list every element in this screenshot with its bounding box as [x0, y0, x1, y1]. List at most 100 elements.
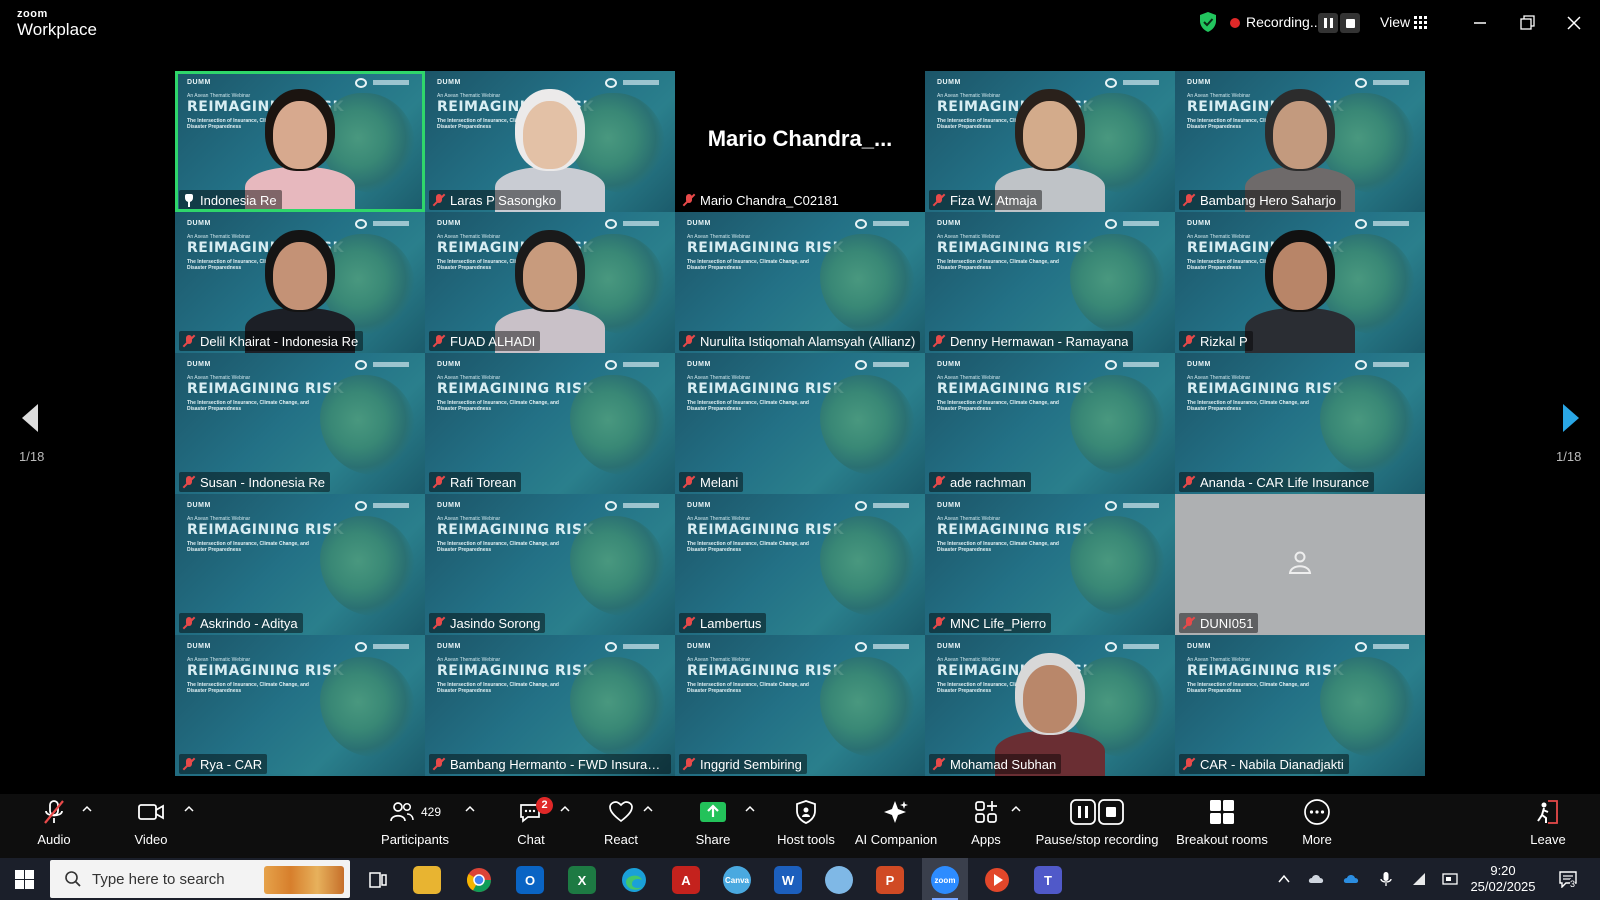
chrome-icon[interactable]: [465, 866, 493, 894]
mic-muted-icon: [432, 616, 446, 630]
mic-muted-icon: [682, 193, 696, 207]
participant-tile[interactable]: DUMM An Asean Thematic Webinar REIMAGINING…: [925, 353, 1175, 494]
view-grid-icon[interactable]: [1414, 16, 1427, 29]
participant-display-name: Mario Chandra_...: [707, 126, 893, 151]
participant-tile[interactable]: DUMM An Asean Thematic Webinar REIMAGINING…: [675, 635, 925, 776]
participant-tile[interactable]: DUMM An Asean Thematic Webinar REIMAGINING…: [1175, 635, 1425, 776]
participant-tile[interactable]: DUMM An Asean Thematic Webinar REIMAGINING…: [925, 635, 1175, 776]
apps-button[interactable]: Apps: [966, 794, 1006, 858]
participant-name-tag: FUAD ALHADI: [429, 331, 541, 351]
slide-partner-logo: [855, 219, 911, 229]
participant-tile[interactable]: DUMM An Asean Thematic Webinar REIMAGINING…: [425, 494, 675, 635]
video-options-chevron-icon[interactable]: [184, 804, 194, 814]
participant-name-tag: Rizkal P: [1179, 331, 1253, 351]
canva-icon[interactable]: Canva: [723, 866, 751, 894]
spotlight-pin-icon: [182, 193, 196, 207]
pause-recording-icon[interactable]: [1318, 13, 1338, 33]
powerpoint-icon[interactable]: P: [876, 866, 904, 894]
file-explorer-icon[interactable]: [413, 866, 441, 894]
share-options-chevron-icon[interactable]: [745, 804, 755, 814]
participant-tile[interactable]: DUMM An Asean Thematic Webinar REIMAGINING…: [925, 212, 1175, 353]
more-button[interactable]: More: [1297, 794, 1337, 858]
acrobat-icon[interactable]: A: [672, 866, 700, 894]
word-icon[interactable]: W: [774, 866, 802, 894]
participant-tile[interactable]: DUMM An Asean Thematic Webinar REIMAGINING…: [675, 212, 925, 353]
windows-start-icon[interactable]: [15, 870, 34, 889]
excel-icon[interactable]: X: [568, 866, 596, 894]
media-player-icon[interactable]: [983, 866, 1011, 894]
taskbar-search-box[interactable]: Type here to search: [50, 860, 350, 898]
previous-page-icon[interactable]: [18, 400, 42, 436]
taskbar-clock[interactable]: 9:20 25/02/2025: [1460, 863, 1546, 895]
teams-icon[interactable]: T: [1034, 866, 1062, 894]
participants-button[interactable]: 429 Participants: [380, 794, 450, 858]
participant-tile[interactable]: DUMM An Asean Thematic Webinar REIMAGINING…: [925, 71, 1175, 212]
logo-workplace: Workplace: [17, 20, 97, 39]
close-icon[interactable]: [1561, 10, 1587, 36]
react-button[interactable]: React: [601, 794, 641, 858]
participant-name: Melani: [700, 474, 739, 490]
slide-tagline: The Intersection of Insurance, Climate C…: [687, 400, 809, 412]
participant-tile[interactable]: DUMM An Asean Thematic Webinar REIMAGINING…: [1175, 353, 1425, 494]
apps-options-chevron-icon[interactable]: [1011, 804, 1021, 814]
minimize-icon[interactable]: [1467, 10, 1493, 36]
participant-tile[interactable]: DUMM An Asean Thematic Webinar REIMAGINING…: [925, 494, 1175, 635]
participant-tile[interactable]: DUMM An Asean Thematic Webinar REIMAGINING…: [425, 71, 675, 212]
leave-button[interactable]: Leave: [1528, 794, 1568, 858]
participant-tile[interactable]: DUMM An Asean Thematic Webinar REIMAGINING…: [675, 494, 925, 635]
participant-tile[interactable]: DUMM An Asean Thematic Webinar REIMAGINING…: [675, 353, 925, 494]
participant-tile[interactable]: DUMM An Asean Thematic Webinar REIMAGINING…: [175, 494, 425, 635]
ai-companion-button[interactable]: AI Companion: [855, 794, 937, 858]
participant-tile[interactable]: DUMM An Asean Thematic Webinar REIMAGINING…: [175, 353, 425, 494]
audio-options-chevron-icon[interactable]: [82, 804, 92, 814]
edge-icon[interactable]: [620, 866, 648, 894]
participant-tile[interactable]: DUMM An Asean Thematic Webinar REIMAGINING…: [425, 212, 675, 353]
video-button[interactable]: Video: [131, 794, 171, 858]
microphone-tray-icon[interactable]: [1378, 871, 1394, 887]
participants-options-chevron-icon[interactable]: [465, 804, 475, 814]
pause-stop-recording-button[interactable]: Pause/stop recording: [1036, 794, 1158, 858]
participant-name: Delil Khairat - Indonesia Re: [200, 333, 359, 349]
chat-button[interactable]: 2 Chat: [515, 794, 553, 858]
onedrive-sync-icon[interactable]: [1308, 871, 1324, 887]
video-label: Video: [134, 832, 168, 847]
share-screen-icon: [700, 802, 726, 822]
participant-tile[interactable]: DUMM An Asean Thematic Webinar REIMAGINING…: [1175, 212, 1425, 353]
participant-tile[interactable]: DUNI051: [1175, 494, 1425, 635]
paint-icon[interactable]: [825, 866, 853, 894]
participant-tile[interactable]: DUMM An Asean Thematic Webinar REIMAGINING…: [425, 635, 675, 776]
slide-brand: DUMM: [437, 361, 461, 368]
audio-button[interactable]: Audio: [34, 794, 74, 858]
show-hidden-icons-chevron-icon[interactable]: [1276, 871, 1292, 887]
outlook-icon[interactable]: O: [516, 866, 544, 894]
participant-name-tag: Askrindo - Aditya: [179, 613, 303, 633]
participant-tile[interactable]: DUMM An Asean Thematic Webinar REIMAGINING…: [175, 635, 425, 776]
host-tools-button[interactable]: Host tools: [776, 794, 836, 858]
task-view-icon[interactable]: [364, 866, 392, 894]
share-button[interactable]: Share: [693, 794, 733, 858]
zoom-icon[interactable]: zoom: [931, 866, 959, 894]
display-projection-icon[interactable]: [1442, 871, 1458, 887]
participant-tile[interactable]: DUMM An Asean Thematic Webinar REIMAGINING…: [175, 212, 425, 353]
participant-tile[interactable]: DUMM An Asean Thematic Webinar REIMAGINING…: [175, 71, 425, 212]
participant-tile[interactable]: DUMM An Asean Thematic Webinar REIMAGINING…: [425, 353, 675, 494]
participant-tile[interactable]: DUMM An Asean Thematic Webinar REIMAGINING…: [1175, 71, 1425, 212]
breakout-rooms-button[interactable]: Breakout rooms: [1172, 794, 1272, 858]
react-options-chevron-icon[interactable]: [643, 804, 653, 814]
view-button[interactable]: View: [1380, 14, 1410, 30]
slide-brand: DUMM: [687, 643, 711, 650]
slide-title: REIMAGINING RISK: [937, 522, 1094, 538]
stop-recording-icon[interactable]: [1340, 13, 1360, 33]
chat-options-chevron-icon[interactable]: [560, 804, 570, 814]
mic-muted-icon: [1182, 334, 1196, 348]
slide-partner-logo: [855, 642, 911, 652]
wifi-icon[interactable]: [1411, 871, 1427, 887]
slide-tagline: The Intersection of Insurance, Climate C…: [187, 400, 309, 412]
mic-muted-icon: [932, 193, 946, 207]
onedrive-cloud-icon[interactable]: [1343, 871, 1359, 887]
restore-icon[interactable]: [1514, 10, 1540, 36]
participant-tile[interactable]: Mario Chandra_... Mario Chandra_C02181: [675, 71, 925, 212]
security-shield-icon[interactable]: [1198, 11, 1218, 33]
next-page-icon[interactable]: [1559, 400, 1583, 436]
participant-name: Nurulita Istiqomah Alamsyah (Allianz): [700, 333, 916, 349]
